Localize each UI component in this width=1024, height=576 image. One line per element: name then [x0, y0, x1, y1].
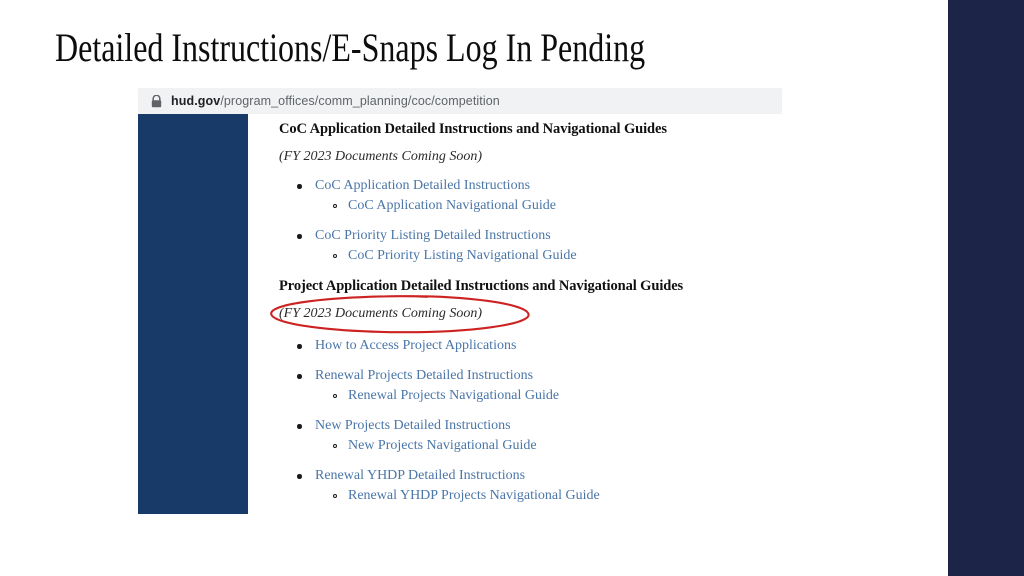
section-note-annotated: (FY 2023 Documents Coming Soon) [279, 306, 482, 321]
page-title: Detailed Instructions/E-Snaps Log In Pen… [55, 25, 646, 70]
section-heading: Project Application Detailed Instruction… [279, 278, 684, 294]
link-list: CoC Application Detailed Instructions Co… [279, 176, 779, 266]
link-coc-priority-listing-navigational-guide[interactable]: CoC Priority Listing Navigational Guide [333, 246, 779, 266]
right-accent-panel [948, 0, 1024, 576]
list-item: New Projects Detailed Instructions New P… [279, 416, 779, 456]
url-host: hud.gov [171, 94, 221, 108]
link-coc-application-detailed-instructions[interactable]: CoC Application Detailed Instructions [297, 176, 779, 196]
page-content: CoC Application Detailed Instructions an… [279, 120, 779, 506]
section-heading: CoC Application Detailed Instructions an… [279, 121, 667, 137]
link-renewal-yhdp-projects-navigational-guide[interactable]: Renewal YHDP Projects Navigational Guide [333, 486, 779, 506]
link-new-projects-navigational-guide[interactable]: New Projects Navigational Guide [333, 436, 779, 456]
link-coc-application-navigational-guide[interactable]: CoC Application Navigational Guide [333, 196, 779, 216]
link-renewal-projects-detailed-instructions[interactable]: Renewal Projects Detailed Instructions [297, 366, 779, 386]
link-coc-priority-listing-detailed-instructions[interactable]: CoC Priority Listing Detailed Instructio… [297, 226, 779, 246]
url-path: /program_offices/comm_planning/coc/compe… [220, 94, 500, 108]
list-item: CoC Priority Listing Detailed Instructio… [279, 226, 779, 266]
section-project-application: Project Application Detailed Instruction… [279, 277, 779, 506]
link-renewal-projects-navigational-guide[interactable]: Renewal Projects Navigational Guide [333, 386, 779, 406]
address-bar[interactable]: hud.gov/program_offices/comm_planning/co… [138, 88, 782, 114]
site-sidebar-block [138, 114, 248, 514]
link-new-projects-detailed-instructions[interactable]: New Projects Detailed Instructions [297, 416, 779, 436]
lock-icon [151, 94, 162, 107]
link-renewal-yhdp-detailed-instructions[interactable]: Renewal YHDP Detailed Instructions [297, 466, 779, 486]
list-item: Renewal Projects Detailed Instructions R… [279, 366, 779, 406]
browser-screenshot: hud.gov/program_offices/comm_planning/co… [138, 88, 782, 516]
section-note: (FY 2023 Documents Coming Soon) [279, 149, 482, 164]
list-item: Renewal YHDP Detailed Instructions Renew… [279, 466, 779, 506]
address-bar-text: hud.gov/program_offices/comm_planning/co… [171, 94, 500, 108]
list-item: How to Access Project Applications [279, 336, 779, 356]
link-list: How to Access Project Applications Renew… [279, 336, 779, 506]
link-how-to-access-project-applications[interactable]: How to Access Project Applications [297, 336, 779, 356]
list-item: CoC Application Detailed Instructions Co… [279, 176, 779, 216]
section-coc-application: CoC Application Detailed Instructions an… [279, 120, 779, 266]
